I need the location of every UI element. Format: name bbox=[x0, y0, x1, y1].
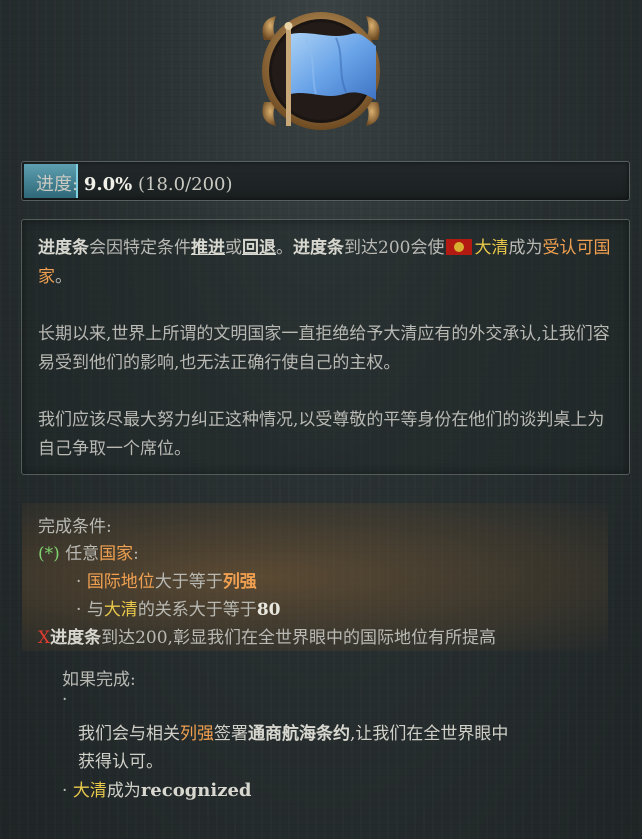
text: 到达200会使 bbox=[344, 238, 445, 258]
journal-emblem bbox=[256, 10, 386, 132]
bullet: · bbox=[76, 600, 82, 620]
advance-link[interactable]: 推进 bbox=[191, 238, 225, 258]
country-link-qing[interactable]: 大清 bbox=[73, 781, 107, 801]
description-paragraph-3: 我们应该尽最大努力纠正这种情况,以受尊敬的平等身份在他们的谈判桌上为自己争取一个… bbox=[38, 410, 605, 459]
bullet: · bbox=[62, 781, 68, 801]
text: 到达200,彰显我们在全世界眼中的国际地位有所提高 bbox=[101, 628, 496, 648]
text: 的关系大于等于 bbox=[137, 600, 257, 620]
progress-bar: 进度: 9.0% (18.0/200) bbox=[21, 161, 630, 201]
qing-flag-icon bbox=[446, 239, 473, 255]
great-power-link[interactable]: 列强 bbox=[180, 724, 214, 744]
condition-failed-mark: X bbox=[38, 628, 51, 648]
treaty-link[interactable]: 通商航海条约 bbox=[248, 724, 350, 744]
condition-met-mark: (*) bbox=[38, 544, 60, 564]
progress-label: 进度: bbox=[36, 174, 79, 195]
text: 成为 bbox=[106, 781, 141, 801]
text: 大于等于 bbox=[154, 572, 223, 592]
text: 成为 bbox=[508, 238, 543, 258]
description-panel: 进度条会因特定条件推进或回退。进度条到达200会使 大清成为受认可国家。 长期以来… bbox=[21, 219, 630, 475]
blue-flag-icon bbox=[262, 12, 380, 130]
text: 。 bbox=[55, 267, 72, 287]
relation-value: 80 bbox=[256, 600, 281, 620]
text: 。 bbox=[276, 238, 293, 258]
recognized-status: recognized bbox=[140, 780, 252, 801]
condition-any-country: (*) 任意国家: bbox=[38, 539, 139, 564]
great-power-link[interactable]: 列强 bbox=[223, 572, 257, 592]
effects-header: 如果完成: bbox=[62, 670, 136, 690]
text: 任意 bbox=[65, 544, 100, 564]
description-paragraph-2: 长期以来,世界上所谓的文明国家一直拒绝给予大清应有的外交承认,让我们容易受到他们… bbox=[38, 324, 610, 373]
text: 与 bbox=[86, 600, 104, 620]
text: 会因特定条件 bbox=[89, 238, 191, 258]
progress-text: 进度: 9.0% (18.0/200) bbox=[36, 170, 233, 196]
country-link-qing[interactable]: 大清 bbox=[104, 600, 138, 620]
country-link[interactable]: 国家 bbox=[99, 544, 133, 564]
text: 或 bbox=[225, 238, 242, 258]
conditions-header: 完成条件: bbox=[38, 517, 112, 537]
text: 签署 bbox=[214, 724, 248, 744]
progress-bar-link[interactable]: 进度条 bbox=[293, 238, 344, 258]
progress-detail: (18.0/200) bbox=[137, 174, 233, 195]
international-status-link[interactable]: 国际地位 bbox=[87, 572, 155, 592]
bullet: · bbox=[76, 572, 82, 592]
description-paragraph-1: 进度条会因特定条件推进或回退。进度条到达200会使 大清成为受认可国家。 bbox=[38, 234, 613, 292]
effect-treaty-line2: 获得认可。 bbox=[78, 752, 163, 772]
progress-percent: 9.0% bbox=[83, 174, 133, 195]
effects-bullet: · bbox=[62, 690, 68, 710]
condition-item-status: · 国际地位大于等于列强 bbox=[76, 567, 257, 592]
condition-item-relation: · 与大清的关系大于等于80 bbox=[76, 595, 280, 620]
condition-progress: X进度条到达200,彰显我们在全世界眼中的国际地位有所提高 bbox=[38, 623, 496, 648]
text: 我们会与相关 bbox=[78, 724, 180, 744]
progress-bar-link[interactable]: 进度条 bbox=[38, 238, 89, 258]
progress-bar-link[interactable]: 进度条 bbox=[50, 628, 101, 648]
regress-link[interactable]: 回退 bbox=[242, 238, 276, 258]
effect-recognized: · 大清成为recognized bbox=[62, 776, 251, 801]
effect-treaty: 我们会与相关列强签署通商航海条约,让我们在全世界眼中 bbox=[78, 719, 508, 744]
text: : bbox=[133, 544, 139, 564]
text: ,让我们在全世界眼中 bbox=[350, 724, 509, 744]
country-link-qing[interactable]: 大清 bbox=[474, 238, 508, 258]
